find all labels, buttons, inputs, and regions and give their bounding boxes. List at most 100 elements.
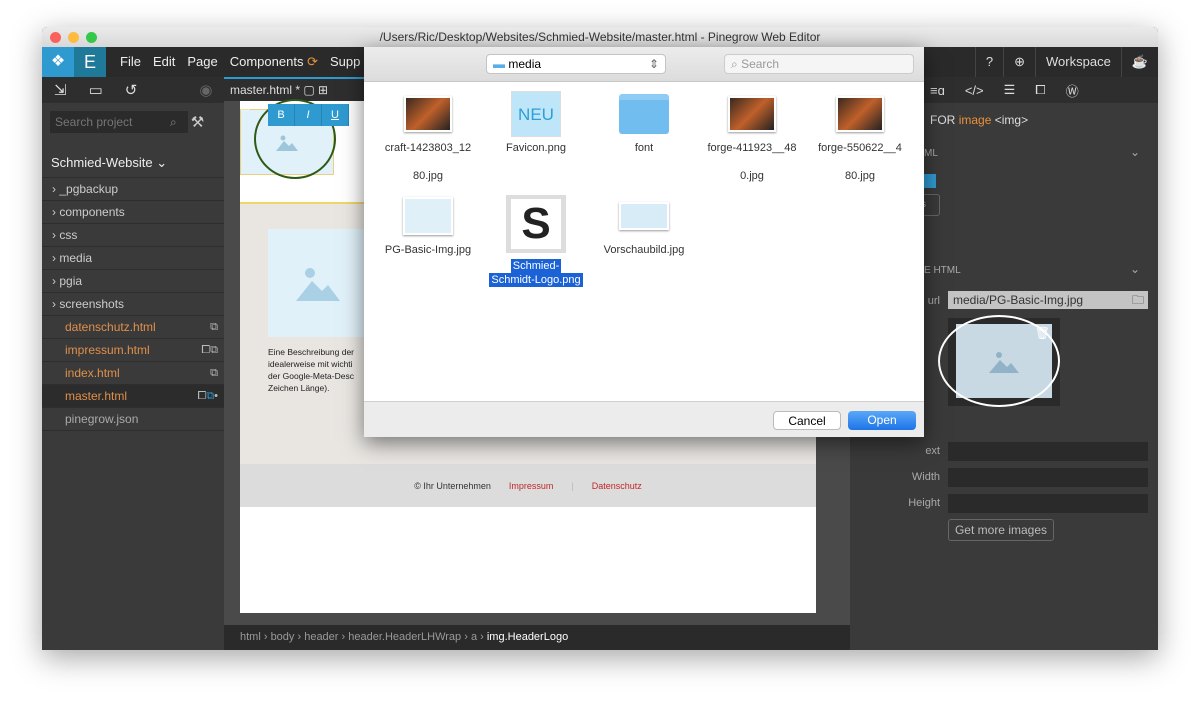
component-copy-icon[interactable]: ⧠⧉• — [197, 385, 218, 407]
coffee-icon[interactable]: ☕ — [1120, 47, 1158, 77]
tab-master[interactable]: master.html * ▢ ⊞ — [224, 77, 364, 101]
chevron-down-icon[interactable]: ⌄ — [1130, 262, 1140, 276]
file-item[interactable]: impressum.html ⧠⧉ — [42, 339, 224, 362]
file-item[interactable]: PG-Basic-Img.jpg — [374, 195, 482, 271]
search-placeholder: Search — [741, 57, 780, 71]
photo-thumbnail — [835, 93, 885, 135]
italic-button[interactable]: I — [295, 104, 322, 126]
height-input[interactable] — [948, 494, 1148, 513]
eye-icon[interactable]: ◉ — [199, 81, 212, 99]
copy-icon[interactable]: ⧉ — [210, 316, 218, 338]
copy-icon[interactable]: ⧉ — [210, 362, 218, 384]
crumb[interactable]: a — [471, 631, 477, 643]
code-icon[interactable]: </> — [965, 83, 984, 98]
url-input[interactable]: media/PG-Basic-Img.jpg 🗀 — [948, 291, 1148, 309]
header-element: image — [958, 113, 992, 127]
dialog-search-input[interactable]: ⌕ Search — [724, 54, 914, 74]
crumb-current[interactable]: img.HeaderLogo — [487, 631, 568, 643]
tools-icon[interactable]: ⚒ — [191, 113, 204, 131]
menu-page[interactable]: Page — [187, 47, 217, 77]
workspace-button[interactable]: Workspace — [1035, 47, 1121, 77]
undo-icon[interactable]: ↺ — [125, 81, 138, 99]
divider: | — [571, 480, 574, 491]
datenschutz-link[interactable]: Datenschutz — [592, 481, 642, 491]
folder-item[interactable]: › media — [42, 247, 224, 270]
zoom-icon[interactable]: ⊕ — [1003, 47, 1035, 77]
file-item[interactable]: forge-550622__4 80.jpg — [806, 93, 914, 197]
folder-icon[interactable]: 🗀 — [1132, 291, 1144, 309]
folder-name: media — [508, 57, 542, 71]
crumb[interactable]: body — [271, 631, 295, 643]
file-item[interactable]: datenschutz.html ⧉ — [42, 316, 224, 339]
file-item[interactable]: pinegrow.json — [42, 408, 224, 431]
photo-thumbnail — [403, 93, 453, 135]
file-label: impressum.html — [65, 343, 150, 357]
file-item-selected[interactable]: master.html ⧠⧉• — [42, 385, 224, 408]
editor-mode-icon[interactable]: E — [74, 47, 106, 77]
toggle-button[interactable] — [924, 174, 936, 188]
style-icon[interactable]: ≡ɑ — [930, 83, 945, 98]
folder-item[interactable]: › screenshots — [42, 293, 224, 316]
tab-label: master.html * — [230, 83, 301, 97]
impressum-link[interactable]: Impressum — [509, 481, 554, 491]
alt-input[interactable] — [948, 442, 1148, 461]
header-tag: <img> — [994, 113, 1029, 127]
panel-header: FOR image <img> — [930, 113, 1028, 127]
folder-item[interactable]: › pgia — [42, 270, 224, 293]
import-icon[interactable]: ⇲ — [54, 81, 67, 99]
file-name: craft-1423803_12 — [384, 142, 472, 154]
open-button[interactable]: Open — [848, 411, 916, 430]
menu-support[interactable]: Supp — [330, 47, 360, 77]
minimize-button[interactable] — [68, 32, 79, 43]
pinegrow-logo-icon[interactable]: ❖ — [42, 47, 74, 77]
checkbox-icon[interactable]: ▢ M — [240, 99, 263, 112]
file-label: master.html — [65, 389, 128, 403]
content-image[interactable] — [268, 229, 368, 337]
close-button[interactable] — [50, 32, 61, 43]
file-name: 0.jpg — [740, 170, 764, 182]
cancel-button[interactable]: Cancel — [773, 411, 841, 430]
components-icon[interactable]: ⧠ — [1035, 82, 1045, 98]
open-folder-icon[interactable]: ▭ — [89, 81, 103, 99]
crumb[interactable]: header.HeaderLHWrap — [348, 631, 461, 643]
tree-icon[interactable]: ☰ — [1004, 82, 1016, 98]
folder-item[interactable]: › components — [42, 201, 224, 224]
file-item[interactable]: Vorschaubild.jpg — [590, 195, 698, 271]
annotation-circle — [938, 315, 1060, 407]
file-item[interactable]: index.html ⧉ — [42, 362, 224, 385]
file-item[interactable]: forge-411923__48 0.jpg — [698, 93, 806, 197]
wordpress-icon[interactable]: Ⓦ — [1066, 81, 1079, 100]
underline-button[interactable]: U — [322, 104, 349, 126]
title-bar: /Users/Ric/Desktop/Websites/Schmied-Webs… — [42, 27, 1158, 47]
folder-label: components — [59, 205, 125, 219]
file-label: pinegrow.json — [65, 412, 139, 426]
file-item[interactable]: S Schmied- Schmidt-Logo.png — [482, 195, 590, 287]
folder-item[interactable]: › css — [42, 224, 224, 247]
file-item[interactable]: craft-1423803_12 80.jpg — [374, 93, 482, 197]
project-name[interactable]: Schmied-Website ⌄ — [42, 141, 224, 177]
folder-select[interactable]: ▬ media ⇕ — [486, 54, 666, 74]
folder-icon: ▬ — [493, 57, 505, 71]
menu-components[interactable]: Components ⟳ — [230, 47, 318, 77]
menu-edit[interactable]: Edit — [153, 47, 175, 77]
page-description: Eine Beschreibung der idealerweise mit wi… — [268, 346, 354, 394]
url-value: media/PG-Basic-Img.jpg — [953, 293, 1084, 307]
get-more-images-button[interactable]: Get more images — [948, 519, 1054, 541]
folder-label: pgia — [59, 274, 83, 288]
file-item[interactable]: NEU Favicon.png — [482, 91, 590, 169]
file-item[interactable]: font — [590, 93, 698, 169]
folder-item[interactable]: › _pgbackup — [42, 178, 224, 201]
file-name: PG-Basic-Img.jpg — [384, 244, 472, 256]
width-input[interactable] — [948, 468, 1148, 487]
menu-file[interactable]: File — [120, 47, 141, 77]
zoom-button[interactable] — [86, 32, 97, 43]
bold-button[interactable]: B — [268, 104, 295, 126]
crumb[interactable]: html — [240, 631, 261, 643]
help-icon[interactable]: ? — [974, 47, 1003, 77]
crumb[interactable]: header — [304, 631, 338, 643]
project-label: Schmied-Website — [51, 155, 153, 170]
chevron-down-icon[interactable]: ⌄ — [1130, 145, 1140, 159]
search-project-input[interactable] — [50, 111, 188, 133]
search-icon: ⌕ — [170, 114, 177, 129]
component-copy-icon[interactable]: ⧠⧉ — [201, 339, 218, 361]
